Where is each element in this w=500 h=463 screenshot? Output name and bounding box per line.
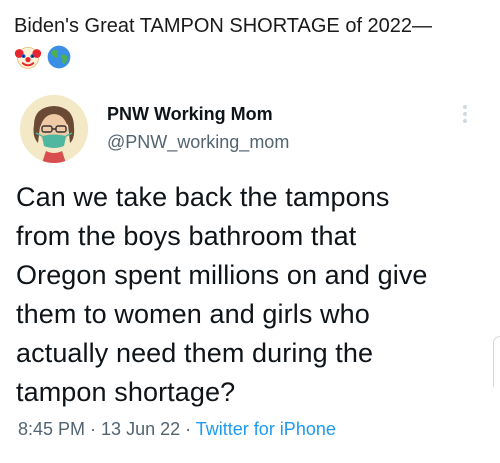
tweet-date[interactable]: 13 Jun 22 [101,419,180,439]
ellipsis-dot [463,105,467,109]
tweet-body-text: Can we take back the tampons from the bo… [16,182,428,407]
globe-emoji [47,45,71,69]
ellipsis-dot [463,112,467,116]
ellipsis-dot [463,119,467,123]
tweet-source-link[interactable]: Twitter for iPhone [196,419,336,439]
tweet-author-handle[interactable]: @PNW_working_mom [107,132,289,153]
headline-emoji-row [14,42,73,72]
post-headline: Biden's Great TAMPON SHORTAGE of 2022— [14,15,433,37]
meta-separator: · [85,419,102,439]
tweet-metadata: 8:45 PM · 13 Jun 22 · Twitter for iPhone [18,419,336,440]
masked-woman-avatar-icon[interactable] [20,95,88,163]
page-edge-artifact [493,336,500,387]
vertical-ellipsis-icon[interactable] [454,101,476,127]
tweet-time[interactable]: 8:45 PM [18,419,85,439]
meta-separator: · [180,419,196,439]
clown-face-emoji [14,46,42,69]
tweet-card: PNW Working Mom @PNW_working_mom Can we … [0,76,500,463]
tweet-author-name[interactable]: PNW Working Mom [107,104,273,125]
avatar-illustration [20,95,88,163]
